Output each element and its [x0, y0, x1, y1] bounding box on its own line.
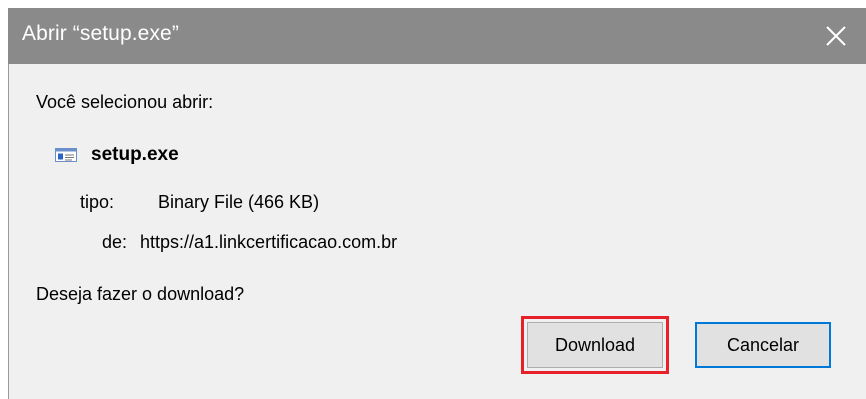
download-dialog: Abrir “setup.exe” Você selecionou abrir:…: [0, 0, 866, 399]
source-url: https://a1.linkcertificacao.com.br: [140, 232, 398, 252]
window-title: Abrir “setup.exe”: [22, 22, 179, 45]
close-icon: [826, 26, 846, 46]
download-button[interactable]: Download: [521, 316, 669, 374]
download-question: Deseja fazer o download?: [36, 284, 245, 304]
exe-file-icon: [55, 148, 77, 162]
source-label: de:: [102, 232, 128, 252]
file-row: setup.exe: [55, 144, 179, 166]
cancel-button[interactable]: Cancelar: [695, 322, 831, 368]
type-value: Binary File (466 KB): [158, 192, 320, 212]
close-button[interactable]: [816, 16, 856, 56]
dialog-content: Você selecionou abrir: setup.exe tipo: B…: [9, 64, 866, 399]
title-bar: Abrir “setup.exe”: [8, 8, 866, 64]
open-prompt: Você selecionou abrir:: [36, 92, 214, 112]
type-label: tipo:: [80, 192, 115, 212]
file-name: setup.exe: [91, 144, 179, 165]
